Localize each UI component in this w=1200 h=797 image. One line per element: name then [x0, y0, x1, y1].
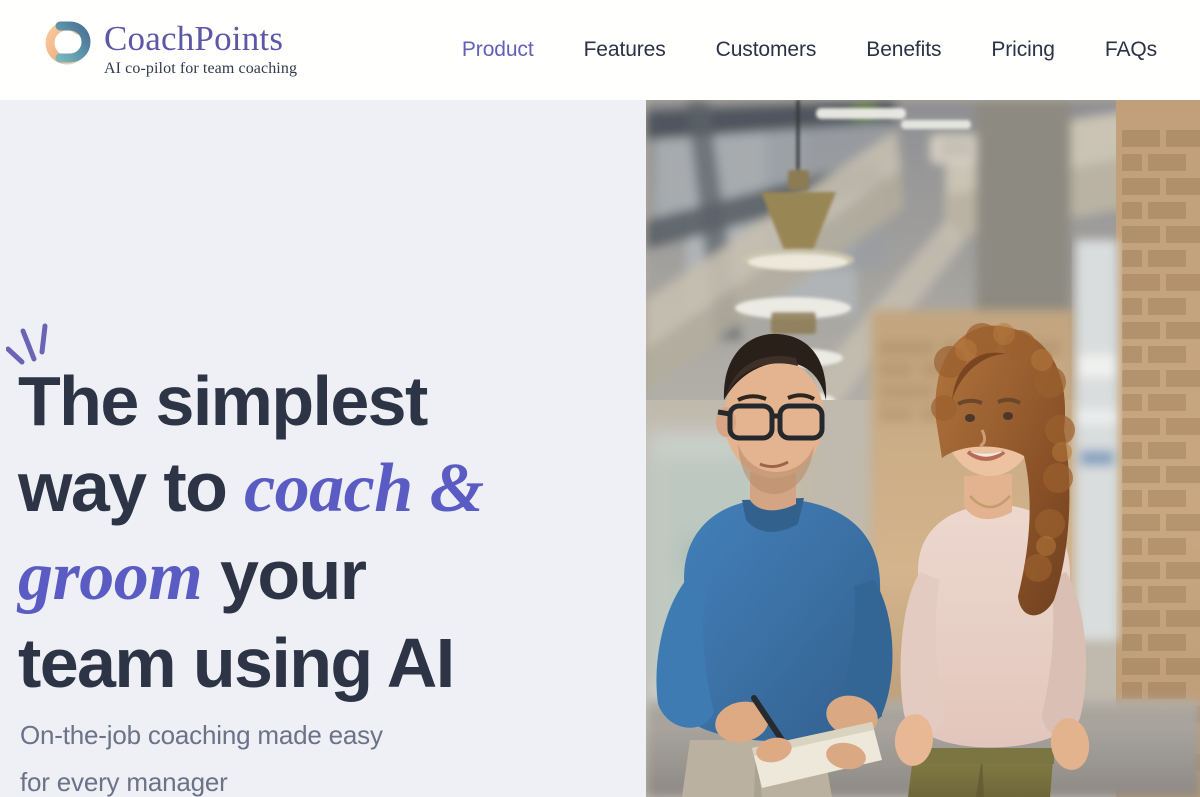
nav-item-customers[interactable]: Customers: [691, 38, 842, 62]
hero-photo: [646, 100, 1200, 797]
headline-line-1: The simplest: [18, 362, 428, 440]
headline-line-4: team using AI: [18, 624, 455, 702]
subheading-line-2: for every manager: [20, 767, 228, 797]
subheading-line-1: On-the-job coaching made easy: [20, 720, 383, 750]
hero-content: The simplest way to coach & groom your t…: [0, 100, 646, 797]
brand-tagline: AI co-pilot for team coaching: [104, 60, 298, 77]
headline-line-3-emphasis: groom: [18, 538, 203, 615]
brand-text: CoachPoints AI co-pilot for team coachin…: [104, 21, 297, 79]
site-header: CoachPoints AI co-pilot for team coachin…: [0, 0, 1200, 100]
brand-logo[interactable]: CoachPoints AI co-pilot for team coachin…: [38, 16, 297, 84]
hero-subheading: On-the-job coaching made easy for every …: [20, 712, 540, 797]
headline-line-2-emphasis: coach &: [244, 450, 484, 527]
main-navigation: Product Features Customers Benefits Pric…: [437, 38, 1182, 62]
nav-item-faqs[interactable]: FAQs: [1080, 38, 1182, 62]
nav-item-product[interactable]: Product: [437, 38, 559, 62]
page-title: The simplest way to coach & groom your t…: [18, 358, 638, 706]
brand-name: CoachPoints: [104, 19, 284, 58]
nav-item-pricing[interactable]: Pricing: [966, 38, 1080, 62]
nav-item-benefits[interactable]: Benefits: [841, 38, 966, 62]
headline-line-3-plain: your: [202, 536, 367, 614]
nav-item-features[interactable]: Features: [559, 38, 691, 62]
page-root: CoachPoints AI co-pilot for team coachin…: [0, 0, 1200, 797]
headline-line-2-plain: way to: [18, 448, 245, 526]
coachpoints-cp-monogram-icon: [38, 16, 94, 84]
